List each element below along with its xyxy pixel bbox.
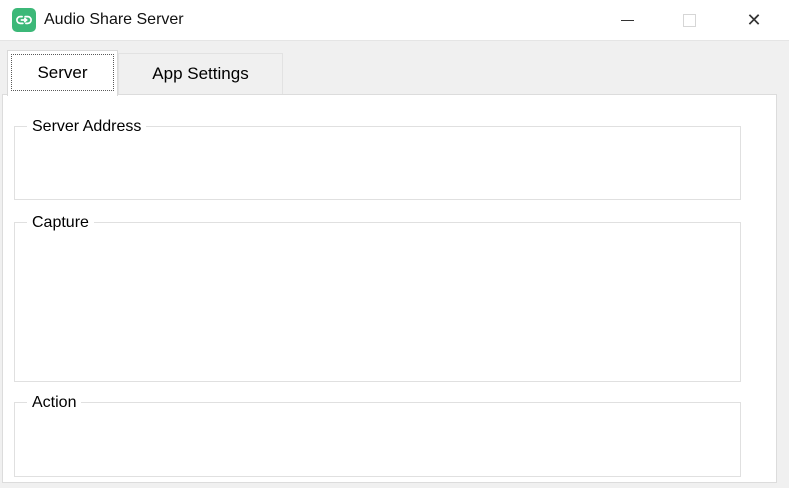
app-logo-icon (12, 8, 36, 32)
action-legend: Action (27, 393, 81, 412)
capture-group: Capture (14, 222, 741, 382)
server-address-group: Server Address (14, 126, 741, 200)
minimize-button[interactable] (604, 0, 650, 40)
tab-server-focus-rect: Server (11, 54, 114, 91)
tab-app-settings[interactable]: App Settings (118, 53, 283, 94)
minimize-icon (621, 20, 634, 21)
maximize-button[interactable] (666, 0, 712, 40)
capture-legend: Capture (27, 213, 94, 232)
tab-server[interactable]: Server (7, 50, 118, 96)
close-button[interactable]: ✕ (731, 0, 777, 40)
audio-share-server-window: { "window": { "title": "Audio Share Serv… (0, 0, 789, 488)
action-group: Action (14, 402, 741, 477)
server-address-legend: Server Address (27, 117, 146, 136)
tab-app-settings-label: App Settings (152, 64, 248, 84)
tab-server-label: Server (37, 63, 87, 83)
window-title: Audio Share Server (44, 0, 184, 40)
maximize-icon (683, 14, 696, 27)
close-icon: ✕ (746, 11, 761, 29)
title-bar: Audio Share Server ✕ (0, 0, 789, 41)
